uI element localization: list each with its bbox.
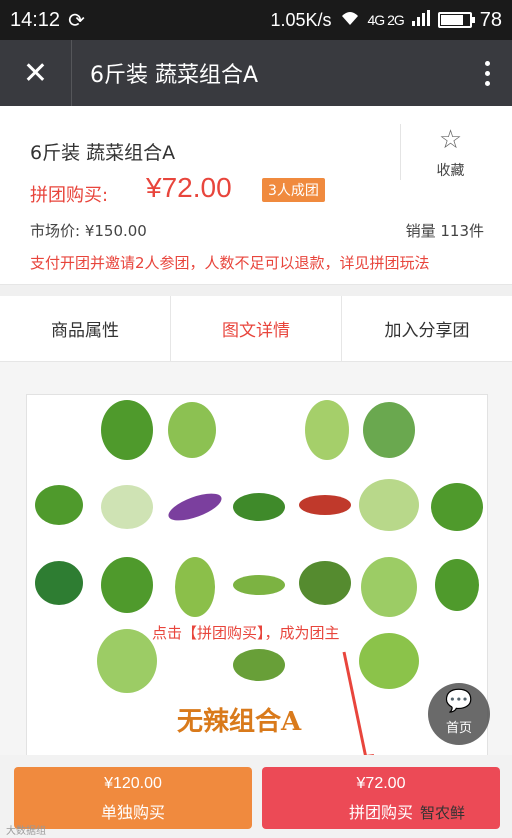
buy-alone-price: ¥120.00 — [104, 775, 162, 792]
annotation-text: 点击【拼团购买】，成为团主 — [152, 624, 340, 642]
sync-icon: ⟳ — [68, 8, 85, 32]
star-icon: ☆ — [438, 125, 463, 155]
page-title: 6斤装 蔬菜组合A — [90, 63, 259, 88]
market-price: 市场价: ¥150.00 — [30, 222, 147, 240]
group-size-badge: 3人成团 — [262, 178, 325, 202]
clock: 14:12 — [10, 8, 61, 31]
close-icon: ✕ — [22, 55, 49, 91]
buy-alone-label: 单独购买 — [100, 803, 165, 822]
status-bar: 14:12 ⟳ 1.05K/s 4G 2G 78 — [0, 0, 512, 40]
poster-title: 无辣组合A — [177, 707, 302, 737]
group-notice[interactable]: 支付开团并邀请2人参团，人数不足可以退款，详见拼团玩法 — [30, 252, 430, 273]
more-dot — [484, 60, 490, 66]
tab-attributes[interactable]: 商品属性 — [0, 296, 171, 361]
more-dot — [484, 70, 490, 76]
network-type: 4G 2G — [367, 12, 405, 28]
buy-alone-button[interactable]: ¥120.00 单独购买 — [14, 767, 252, 829]
bottom-bar: ¥120.00 单独购买 ¥72.00 拼团购买 — [0, 755, 512, 838]
home-label: 首页 — [445, 721, 472, 736]
favorite-button[interactable]: ☆ 收藏 — [400, 124, 500, 180]
group-buy-label: 拼团购买: — [30, 185, 109, 206]
watermark-right: 智农鲜 — [420, 804, 466, 822]
network-speed: 1.05K/s — [270, 9, 332, 30]
product-info: 6斤装 蔬菜组合A ☆ 收藏 拼团购买: ¥72.00 3人成团 市场价: ¥1… — [0, 106, 512, 284]
message-icon: 💬 — [445, 689, 473, 714]
favorite-label: 收藏 — [436, 163, 465, 179]
tab-details[interactable]: 图文详情 — [171, 296, 342, 361]
wifi-icon — [340, 10, 360, 31]
product-poster-image: 无辣组合A — [26, 394, 488, 774]
battery-icon — [437, 12, 475, 28]
more-menu-button[interactable] — [462, 60, 512, 86]
battery-level: 78 — [479, 8, 502, 31]
sales-count: 销量 113件 — [405, 222, 484, 240]
section-divider — [0, 284, 512, 296]
signal-icon — [411, 9, 430, 31]
home-float-button[interactable]: 💬 首页 — [428, 683, 490, 745]
app-bar: ✕ 6斤装 蔬菜组合A — [0, 40, 512, 106]
group-buy-price: ¥72.00 — [146, 172, 232, 203]
group-buy-button-price: ¥72.00 — [356, 775, 406, 792]
watermark-left: 大数据组 — [6, 826, 46, 837]
detail-tabs: 商品属性 图文详情 加入分享团 — [0, 296, 512, 362]
close-button[interactable]: ✕ — [0, 40, 72, 106]
more-dot — [484, 80, 490, 86]
tab-share-group[interactable]: 加入分享团 — [342, 296, 512, 361]
product-name: 6斤装 蔬菜组合A — [30, 142, 176, 164]
